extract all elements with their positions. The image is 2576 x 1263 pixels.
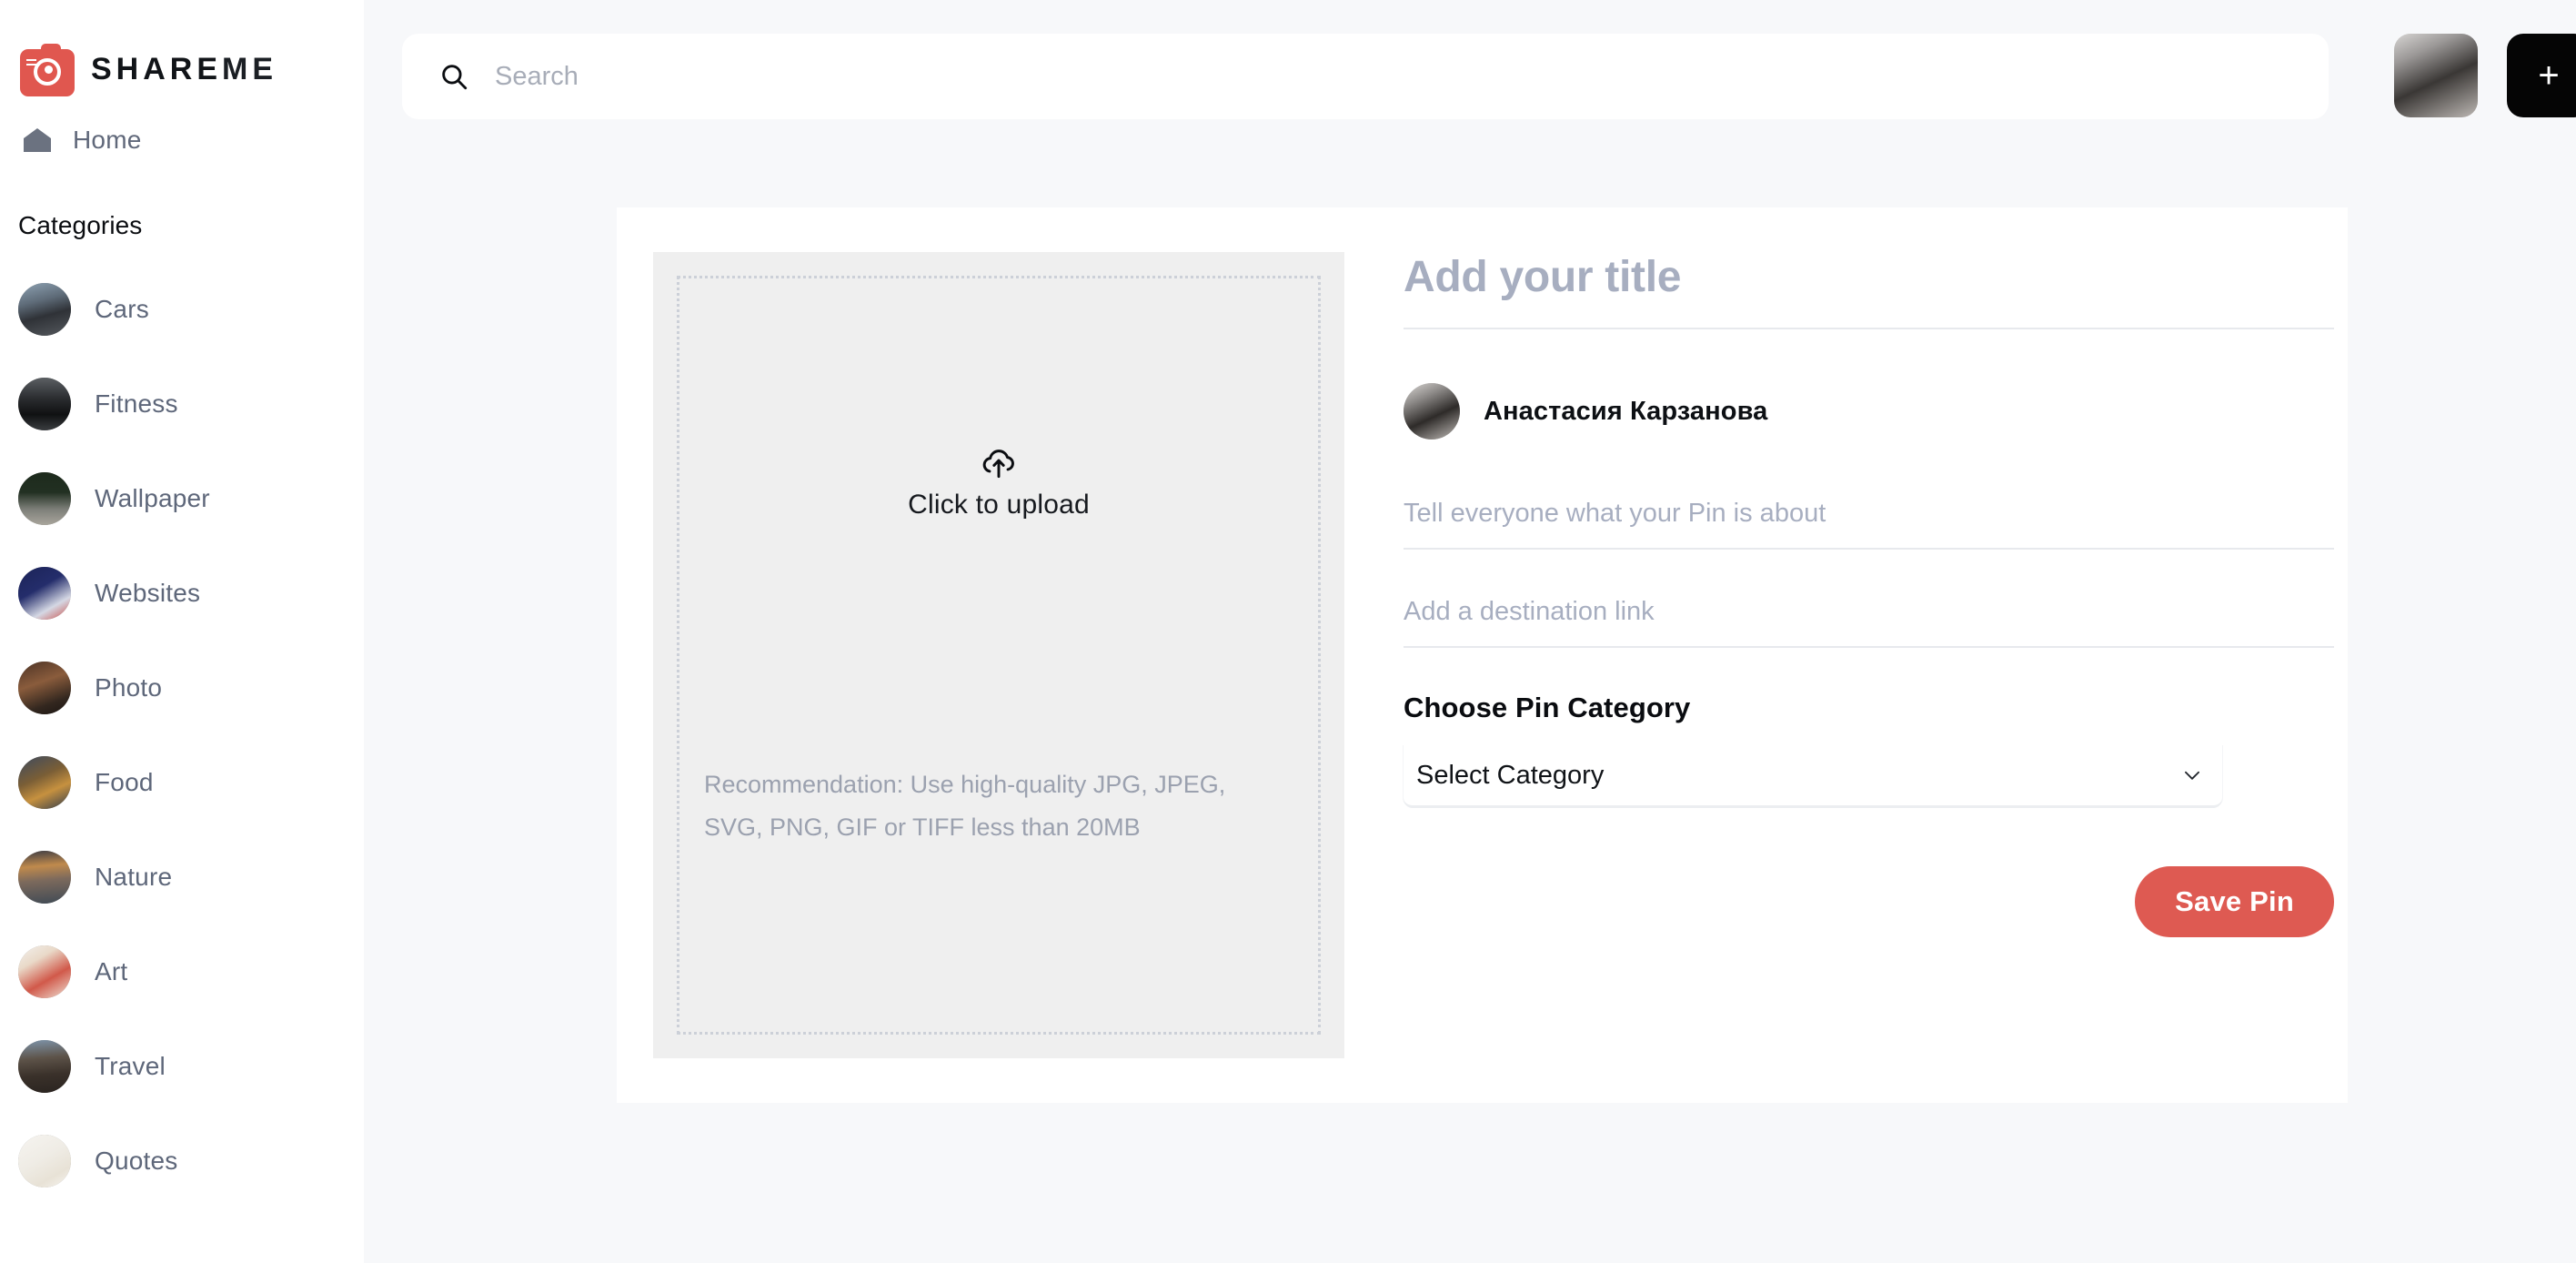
sidebar-item-cars[interactable]: Cars (0, 262, 364, 357)
sidebar-item-art[interactable]: Art (0, 925, 364, 1019)
brand-logo-area[interactable]: SHAREME (0, 0, 364, 98)
main-content: + Click to upload (364, 0, 2576, 1263)
category-thumbnail (18, 1135, 71, 1187)
brand-name: SHAREME (91, 52, 277, 87)
category-label: Websites (95, 579, 200, 608)
category-label: Travel (95, 1052, 166, 1081)
save-row: Save Pin (1404, 866, 2334, 937)
pin-description-input[interactable] (1404, 499, 2334, 550)
pin-form: Анастасия Карзанова Choose Pin Category … (1344, 207, 2370, 1103)
category-thumbnail (18, 851, 71, 904)
upload-column: Click to upload Recommendation: Use high… (617, 207, 1344, 1103)
category-label: Food (95, 768, 154, 797)
category-label: Fitness (95, 389, 178, 419)
app-root: SHAREME Home Categories Cars Fitness W (0, 0, 2576, 1263)
category-select-wrapper[interactable]: Select Category Cars Fitness Wallpaper W… (1404, 745, 2222, 807)
sidebar: SHAREME Home Categories Cars Fitness W (0, 0, 364, 1263)
category-label: Photo (95, 673, 162, 702)
upload-cta: Click to upload (653, 446, 1344, 520)
sidebar-item-quotes[interactable]: Quotes (0, 1114, 364, 1208)
category-thumbnail (18, 472, 71, 525)
category-label: Cars (95, 295, 149, 324)
sidebar-item-fitness[interactable]: Fitness (0, 357, 364, 451)
pin-destination-link-input[interactable] (1404, 597, 2334, 648)
categories-heading: Categories (0, 211, 364, 240)
sidebar-item-home-label: Home (73, 126, 142, 155)
camera-icon (20, 42, 75, 96)
category-label: Quotes (95, 1147, 177, 1176)
upload-label: Click to upload (908, 490, 1090, 520)
brand-name-share: SHARE (91, 52, 222, 86)
home-icon (24, 128, 51, 152)
brand-name-me: ME (222, 52, 277, 86)
sidebar-item-nature[interactable]: Nature (0, 830, 364, 925)
sidebar-item-wallpaper[interactable]: Wallpaper (0, 451, 364, 546)
author-avatar (1404, 383, 1460, 440)
create-pin-card: Click to upload Recommendation: Use high… (617, 207, 2348, 1103)
category-list: Cars Fitness Wallpaper Websites Photo Fo… (0, 262, 364, 1208)
sidebar-item-photo[interactable]: Photo (0, 641, 364, 735)
category-thumbnail (18, 378, 71, 430)
create-pin-button[interactable]: + (2507, 34, 2576, 117)
category-thumbnail (18, 945, 71, 998)
category-thumbnail (18, 283, 71, 336)
pin-author: Анастасия Карзанова (1404, 380, 2334, 442)
category-thumbnail (18, 567, 71, 620)
category-label: Art (95, 957, 127, 986)
category-select[interactable]: Select Category Cars Fitness Wallpaper W… (1404, 745, 2222, 805)
search-bar[interactable] (402, 34, 2329, 119)
cloud-upload-icon (980, 446, 1018, 480)
upload-recommendation: Recommendation: Use high-quality JPG, JP… (704, 763, 1250, 849)
sidebar-item-travel[interactable]: Travel (0, 1019, 364, 1114)
upload-dashed-border (677, 276, 1321, 1035)
author-name: Анастасия Карзанова (1484, 397, 1767, 427)
sidebar-item-websites[interactable]: Websites (0, 546, 364, 641)
category-thumbnail (18, 756, 71, 809)
upload-dropzone[interactable]: Click to upload Recommendation: Use high… (653, 252, 1344, 1058)
sidebar-item-food[interactable]: Food (0, 735, 364, 830)
choose-category-heading: Choose Pin Category (1404, 692, 2334, 724)
top-bar: + (364, 0, 2576, 153)
category-label: Wallpaper (95, 484, 210, 513)
category-thumbnail (18, 662, 71, 714)
avatar[interactable] (2394, 34, 2478, 117)
sidebar-item-home[interactable]: Home (0, 115, 364, 166)
search-input[interactable] (495, 56, 2223, 97)
pin-title-input[interactable] (1404, 251, 2334, 329)
category-label: Nature (95, 863, 172, 892)
category-thumbnail (18, 1040, 71, 1093)
save-pin-button[interactable]: Save Pin (2135, 866, 2334, 937)
search-icon (438, 61, 469, 92)
